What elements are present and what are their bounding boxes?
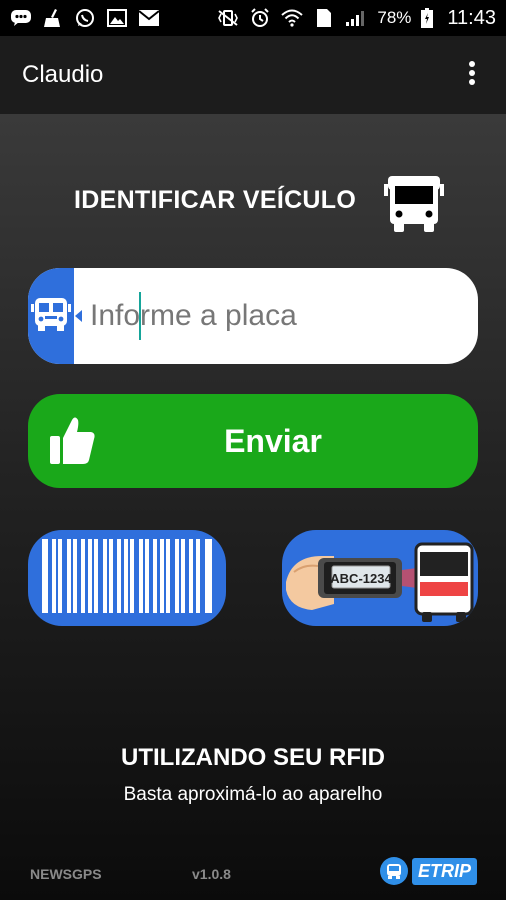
- gallery-icon: [106, 8, 128, 28]
- whatsapp-icon: [74, 8, 96, 28]
- send-button[interactable]: Enviar: [28, 394, 478, 488]
- text-cursor: [139, 292, 141, 340]
- plate-reader-button[interactable]: ABC-1234: [282, 530, 478, 626]
- clock: 11:43: [447, 6, 496, 29]
- notification-icons: [10, 8, 160, 28]
- etrip-logo: ETRIP: [380, 854, 480, 888]
- cleaner-icon: [42, 8, 64, 28]
- email-icon: [138, 8, 160, 28]
- status-bar: 1 78% 11:43: [0, 0, 506, 36]
- barcode-icon: [42, 538, 212, 618]
- input-pointer: [75, 310, 82, 322]
- more-vert-icon: [468, 60, 476, 91]
- signal-icon: [345, 8, 367, 28]
- footer-brand: NEWSGPS: [30, 866, 102, 882]
- rfid-subtitle: Basta aproximá-lo ao aparelho: [123, 784, 383, 805]
- identify-vehicle-title: IDENTIFICAR VEÍCULO: [74, 186, 357, 214]
- alarm-icon: [249, 8, 271, 28]
- wifi-icon: [281, 8, 304, 28]
- app-title: Claudio: [22, 61, 104, 88]
- battery-percent: 78%: [377, 8, 412, 27]
- bus-icon: [384, 170, 444, 234]
- rfid-title: UTILIZANDO SEU RFID: [121, 744, 385, 771]
- school-bus-icon: [31, 296, 71, 337]
- sim-icon: [313, 8, 335, 28]
- logo-text: ETRIP: [412, 857, 478, 885]
- vibrate-icon: [217, 8, 239, 28]
- main-content: IDENTIFICAR VEÍCULO Informe a placa Envi…: [0, 114, 506, 900]
- plate-input-icon-box: [28, 268, 82, 364]
- plate-camera-icon: ABC-1234: [282, 542, 478, 626]
- app-version: v1.0.8: [192, 866, 231, 882]
- logo-bus-icon: [380, 857, 408, 885]
- battery-icon: [421, 8, 434, 28]
- thumbs-up-icon: [48, 416, 96, 466]
- messages-icon: [10, 8, 32, 28]
- app-bar: Claudio: [0, 36, 506, 114]
- plate-input[interactable]: [74, 268, 478, 364]
- system-icons: 1 78% 11:43: [217, 7, 496, 30]
- plate-input-field[interactable]: [28, 268, 478, 364]
- plate-sample-text: ABC-1234: [330, 571, 392, 586]
- more-options-button[interactable]: [460, 55, 484, 95]
- barcode-scan-button[interactable]: [28, 530, 226, 626]
